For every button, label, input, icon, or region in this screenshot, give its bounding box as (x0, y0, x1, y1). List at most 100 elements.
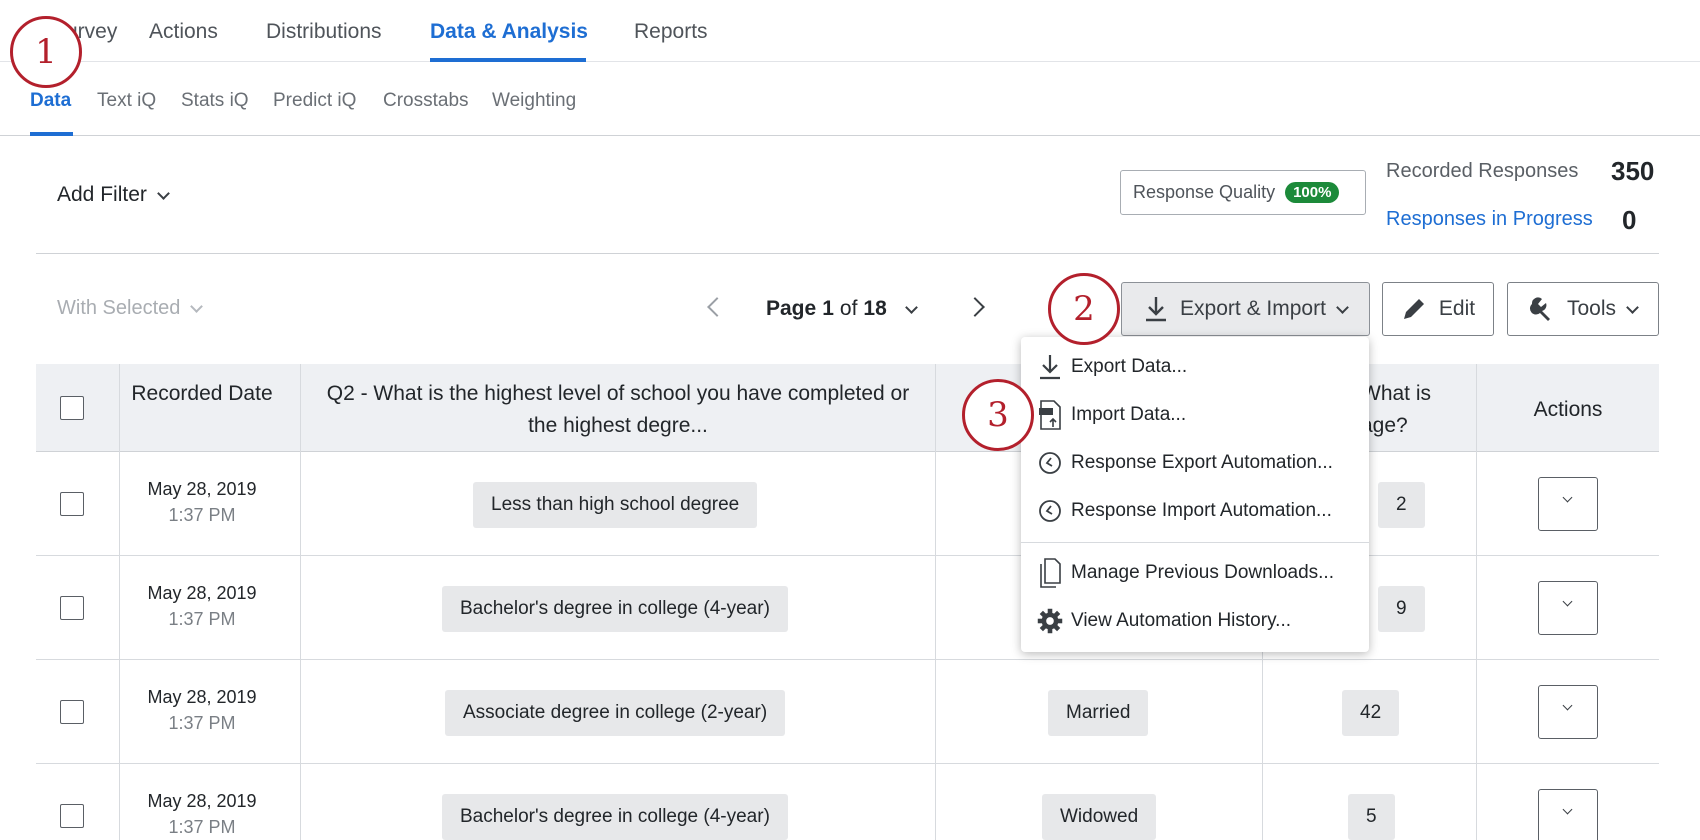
subtab-weighting[interactable]: Weighting (492, 90, 576, 112)
q3-value: Widowed (1042, 794, 1157, 840)
subtab-text-iq[interactable]: Text iQ (97, 90, 156, 112)
select-all-checkbox[interactable] (60, 396, 84, 420)
q2-value: Bachelor's degree in college (4-year) (442, 794, 788, 840)
row-actions-button[interactable] (1538, 685, 1598, 739)
q4-value: 9 (1378, 586, 1425, 632)
menu-item-response-import-automation[interactable]: Response Import Automation... (1037, 491, 1332, 531)
clock-icon (1037, 498, 1063, 524)
q4-value: 5 (1348, 794, 1395, 840)
wrench-icon (1529, 297, 1550, 321)
header-q2[interactable]: Q2 - What is the highest level of school… (318, 378, 918, 442)
row-actions-button[interactable] (1538, 789, 1598, 840)
q4-value: 2 (1378, 482, 1425, 528)
q2-value: Associate degree in college (2-year) (445, 690, 786, 736)
menu-label: Import Data... (1071, 404, 1187, 425)
pencil-icon (1403, 299, 1424, 319)
edit-label: Edit (1438, 297, 1476, 320)
menu-item-view-automation-history[interactable]: View Automation History... (1037, 601, 1291, 641)
chevron-down-icon (1626, 300, 1639, 314)
tools-label: Tools (1566, 297, 1617, 320)
chevron-down-icon (1562, 492, 1573, 503)
recorded-date-cell: May 28, 2019 1:37 PM (120, 684, 284, 736)
row-checkbox[interactable] (60, 596, 84, 620)
chevron-down-icon (1562, 596, 1573, 607)
export-import-menu: Export Data... Import Data... Response E… (1021, 337, 1369, 652)
subtab-stats-iq[interactable]: Stats iQ (181, 90, 249, 112)
page-of: of (839, 297, 858, 320)
header-q4[interactable]: What is age? (1361, 378, 1471, 442)
next-page-icon[interactable] (965, 297, 985, 317)
menu-label: Response Export Automation... (1071, 452, 1333, 473)
row-checkbox[interactable] (60, 804, 84, 828)
tab-actions[interactable]: Actions (149, 20, 218, 44)
page-current: 1 (822, 297, 834, 320)
response-quality-button[interactable]: Response Quality 100% (1120, 170, 1366, 215)
add-filter-button[interactable]: Add Filter (57, 183, 170, 207)
with-selected-label: With Selected (57, 297, 181, 319)
documents-icon (1037, 558, 1063, 588)
response-quality-badge: 100% (1285, 182, 1340, 203)
previous-page-icon[interactable] (707, 297, 727, 317)
table-row: May 28, 2019 1:37 PM Bachelor's degree i… (36, 764, 1659, 840)
chevron-down-icon (190, 300, 204, 313)
q2-value: Less than high school degree (473, 482, 758, 528)
responses-in-progress-link[interactable]: Responses in Progress (1386, 208, 1593, 231)
menu-label: View Automation History... (1071, 610, 1292, 631)
menu-label: Response Import Automation... (1071, 500, 1332, 521)
chevron-down-icon (904, 300, 918, 314)
clock-icon (1037, 450, 1063, 476)
menu-item-export-data[interactable]: Export Data... (1037, 347, 1187, 387)
menu-divider (1021, 542, 1369, 543)
row-checkbox[interactable] (60, 700, 84, 724)
responses-in-progress-count: 0 (1622, 205, 1637, 235)
tab-reports[interactable]: Reports (634, 20, 708, 44)
top-nav: Survey Actions Distributions Data & Anal… (0, 0, 1700, 62)
table-row: May 28, 2019 1:37 PM Bachelor's degree i… (36, 556, 1659, 660)
time-text: 1:37 PM (168, 713, 236, 733)
recorded-date-cell: May 28, 2019 1:37 PM (120, 788, 284, 840)
page-word: Page (766, 297, 817, 320)
menu-item-response-export-automation[interactable]: Response Export Automation... (1037, 443, 1333, 483)
export-import-label: Export & Import (1180, 297, 1326, 320)
subtab-data[interactable]: Data (30, 90, 71, 112)
subtab-crosstabs[interactable]: Crosstabs (383, 90, 469, 112)
active-subtab-indicator (30, 132, 73, 136)
tools-button[interactable]: Tools (1507, 282, 1659, 336)
header-recorded-date[interactable]: Recorded Date (120, 378, 284, 410)
tab-distributions[interactable]: Distributions (266, 20, 382, 44)
response-quality-label: Response Quality (1133, 182, 1276, 202)
page-total: 18 (863, 297, 887, 320)
time-text: 1:37 PM (168, 505, 236, 525)
chevron-down-icon (157, 186, 170, 200)
with-selected-dropdown[interactable]: With Selected (57, 297, 204, 320)
row-actions-button[interactable] (1538, 581, 1598, 635)
download-icon (1037, 354, 1063, 380)
export-import-button[interactable]: Export & Import (1121, 282, 1370, 336)
callout-3: 3 (962, 379, 1034, 451)
date-text: May 28, 2019 (147, 687, 257, 707)
menu-item-import-data[interactable]: Import Data... (1037, 395, 1186, 435)
time-text: 1:37 PM (168, 817, 236, 837)
q3-value: Married (1048, 690, 1149, 736)
menu-label: Export Data... (1071, 356, 1188, 377)
row-actions-button[interactable] (1538, 477, 1598, 531)
date-text: May 28, 2019 (147, 479, 257, 499)
table-row: May 28, 2019 1:37 PM Less than high scho… (36, 452, 1659, 556)
tab-data-analysis[interactable]: Data & Analysis (430, 20, 588, 44)
callout-2: 2 (1048, 273, 1120, 345)
subtab-predict-iq[interactable]: Predict iQ (273, 90, 356, 112)
time-text: 1:37 PM (168, 609, 236, 629)
menu-item-manage-previous-downloads[interactable]: Manage Previous Downloads... (1037, 553, 1334, 593)
table-row: May 28, 2019 1:37 PM Associate degree in… (36, 660, 1659, 764)
callout-1: 1 (10, 16, 82, 88)
recorded-responses-label: Recorded Responses (1386, 160, 1579, 182)
csv-file-upload-icon (1037, 400, 1063, 430)
download-icon (1146, 297, 1167, 322)
chevron-down-icon (1562, 700, 1573, 711)
chevron-down-icon (1562, 804, 1573, 815)
page-selector[interactable]: Page 1 of 18 (766, 297, 918, 321)
divider (36, 253, 1659, 254)
edit-button[interactable]: Edit (1382, 282, 1494, 336)
date-text: May 28, 2019 (147, 791, 257, 811)
row-checkbox[interactable] (60, 492, 84, 516)
